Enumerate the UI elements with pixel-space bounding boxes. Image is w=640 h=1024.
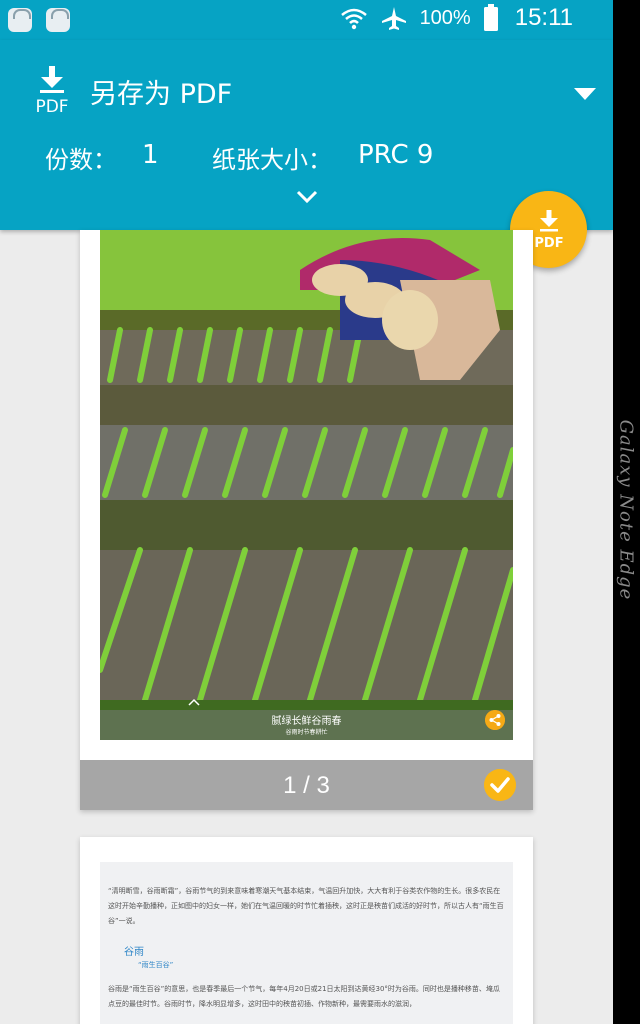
galaxy-apps-icon: [8, 8, 32, 32]
photo-caption-band: 腻绿长鲜谷雨春 谷雨时节春耕忙: [100, 698, 513, 740]
system-status: 100% 15:11: [340, 4, 573, 32]
dropdown-triangle-icon[interactable]: [570, 82, 600, 106]
wifi-icon: [340, 8, 367, 30]
notification-icons: [8, 8, 70, 32]
share-icon: [485, 710, 505, 730]
page-preview-2[interactable]: “清明断雪，谷雨断霜”，谷雨节气的到来意味着寒潮天气基本结束，气温回升加快，大大…: [80, 837, 533, 1024]
expand-options-chevron-icon[interactable]: [294, 186, 320, 206]
fab-label: PDF: [534, 236, 563, 250]
paper-size-value[interactable]: PRC 9: [358, 140, 433, 170]
status-bar: 100% 15:11: [0, 0, 613, 40]
page-footer: 1 / 3: [80, 760, 533, 810]
document-content: “清明断雪，谷雨断霜”，谷雨节气的到来意味着寒潮天气基本结束，气温回升加快，大大…: [100, 862, 513, 1024]
save-pdf-icon: PDF: [35, 66, 69, 114]
chevron-up-icon: [188, 698, 200, 706]
photo-caption-title: 腻绿长鲜谷雨春: [271, 716, 342, 727]
paper-size-label: 纸张大小：: [212, 146, 332, 174]
device-edge-label: Galaxy Note Edge: [615, 419, 637, 601]
clock: 15:11: [514, 4, 573, 31]
galaxy-apps-icon: [46, 8, 70, 32]
rice-field-illustration: [100, 230, 513, 740]
doc-subheading: “雨生百谷”: [138, 961, 174, 969]
rice-field-photo: 腻绿长鲜谷雨春 谷雨时节春耕忙: [100, 230, 513, 740]
page-indicator: 1 / 3: [283, 772, 330, 799]
page-preview-1[interactable]: 腻绿长鲜谷雨春 谷雨时节春耕忙 1 / 3: [80, 230, 533, 810]
copies-value[interactable]: 1: [142, 140, 159, 170]
printer-name[interactable]: 另存为 PDF: [90, 72, 232, 111]
doc-paragraph-1: “清明断雪，谷雨断霜”，谷雨节气的到来意味着寒潮天气基本结束，气温回升加快，大大…: [108, 887, 504, 925]
battery-icon: [483, 4, 498, 31]
copies-label: 份数：: [45, 146, 117, 174]
battery-percent: 100%: [419, 6, 471, 29]
doc-paragraph-2: 谷雨是“雨生百谷”的意思，也是春季最后一个节气，每年4月20日或21日太阳到达黄…: [108, 985, 500, 1008]
printer-icon-label: PDF: [35, 97, 68, 114]
download-pdf-icon: PDF: [534, 209, 563, 250]
photo-caption-subtitle: 谷雨时节春耕忙: [285, 729, 328, 736]
page-selected-check-icon[interactable]: [484, 769, 516, 801]
doc-heading: 谷雨: [124, 947, 144, 958]
airplane-mode-icon: [381, 7, 406, 30]
